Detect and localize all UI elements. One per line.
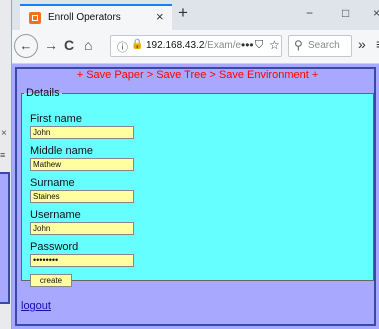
details-fieldset: Details First name John Middle name Math… xyxy=(21,87,374,287)
surname-label: Surname xyxy=(30,177,75,189)
navigation-bar: ← → C ⌂ ⓘ 🔒 192.168.43.2/Exam/e ••• ⛉ ☆ … xyxy=(12,30,379,64)
slogan-text: + Save Paper > Save Tree > Save Environm… xyxy=(76,69,319,81)
overflow-icon[interactable]: » xyxy=(358,36,366,52)
middle-name-label: Middle name xyxy=(30,145,93,157)
tab-close-icon[interactable]: × xyxy=(156,9,164,24)
background-window: × ≡ xyxy=(0,0,12,329)
maximize-icon[interactable]: □ xyxy=(342,6,349,20)
tab-title: Enroll Operators xyxy=(48,12,121,23)
password-label: Password xyxy=(30,241,79,253)
url-host: 192.168.43.2 xyxy=(146,40,205,51)
bookmark-star-icon[interactable]: ☆ xyxy=(269,38,280,52)
background-close-icon[interactable]: × xyxy=(1,128,7,139)
first-name-input[interactable]: John xyxy=(30,126,134,139)
home-icon[interactable]: ⌂ xyxy=(84,37,92,53)
search-box[interactable]: ⚲ Search xyxy=(288,35,352,57)
url-path: /Exam/e xyxy=(204,40,242,51)
page-frame: + Save Paper > Save Tree > Save Environm… xyxy=(15,67,376,326)
background-frame xyxy=(0,172,10,304)
forward-icon[interactable]: → xyxy=(44,37,58,53)
window-close-icon[interactable]: × xyxy=(373,6,379,20)
back-icon[interactable]: ← xyxy=(14,34,38,58)
username-label: Username xyxy=(30,209,81,221)
search-placeholder: Search xyxy=(308,40,340,51)
browser-window: Enroll Operators × + − □ × ← → C ⌂ ⓘ 🔒 1… xyxy=(12,0,379,329)
password-input[interactable]: •••••••• xyxy=(30,254,134,267)
surname-input[interactable]: Staines xyxy=(30,190,134,203)
page-content: + Save Paper > Save Tree > Save Environm… xyxy=(12,64,379,329)
page-actions-icon[interactable]: ••• xyxy=(241,38,254,52)
favicon-icon xyxy=(29,12,41,24)
title-bar: Enroll Operators × + − □ × xyxy=(12,0,379,30)
address-bar[interactable]: ⓘ 🔒 192.168.43.2/Exam/e ••• ⛉ ☆ xyxy=(110,35,282,57)
logout-link[interactable]: logout xyxy=(21,300,51,312)
info-icon[interactable]: ⓘ xyxy=(117,39,128,55)
new-tab-icon[interactable]: + xyxy=(178,3,188,23)
create-button[interactable]: create xyxy=(30,274,72,287)
details-legend: Details xyxy=(26,87,60,99)
url-text: 192.168.43.2/Exam/e xyxy=(146,40,241,51)
middle-name-input[interactable]: Mathew xyxy=(30,158,134,171)
reload-icon[interactable]: C xyxy=(64,37,74,53)
search-icon: ⚲ xyxy=(294,38,303,52)
background-menu-icon[interactable]: ≡ xyxy=(0,150,5,160)
pocket-icon[interactable]: ⛉ xyxy=(255,39,263,52)
insecure-lock-icon: 🔒 xyxy=(131,39,144,50)
username-input[interactable]: John xyxy=(30,222,134,235)
minimize-icon[interactable]: − xyxy=(306,6,313,20)
first-name-label: First name xyxy=(30,113,82,125)
tab-enroll-operators[interactable]: Enroll Operators × xyxy=(20,4,172,30)
